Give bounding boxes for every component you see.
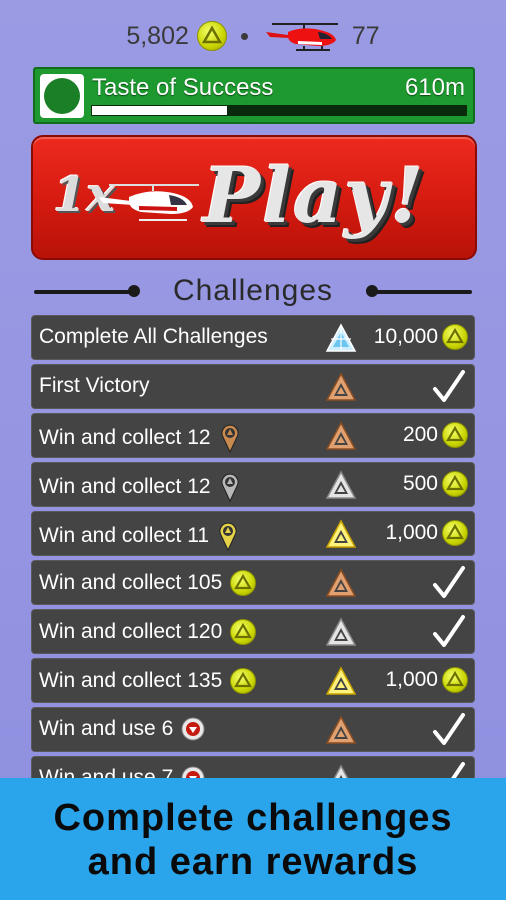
coin-icon (442, 667, 468, 693)
challenge-label: Win and collect 120 (39, 619, 257, 645)
checkmark-icon (433, 566, 465, 598)
coin-icon (230, 570, 257, 596)
challenge-row[interactable]: Win and use 6 (31, 707, 475, 752)
ice-crystal-badge-icon (325, 323, 357, 352)
top-status-bar: 5,802 77 (0, 14, 506, 58)
pin-gold-icon (219, 522, 237, 551)
challenge-label-text: Win and collect 12 (39, 475, 211, 498)
challenge-list[interactable]: Complete All Challenges 10,000 First Vict… (31, 315, 475, 805)
challenge-label: Win and collect 12 (39, 423, 241, 453)
coin-count: 5,802 (126, 21, 189, 50)
challenge-row[interactable]: First Victory (31, 364, 475, 409)
challenge-row[interactable]: Win and collect 135 1,000 (31, 658, 475, 703)
promo-banner: Complete challenges and earn rewards (0, 778, 506, 900)
promo-line-1: Complete challenges (53, 797, 453, 839)
coin-icon (230, 668, 257, 694)
challenge-row[interactable]: Complete All Challenges 10,000 (31, 315, 475, 360)
challenge-row[interactable]: Win and collect 105 (31, 560, 475, 605)
play-label: Play! (203, 151, 426, 240)
challenge-label: Complete All Challenges (39, 325, 268, 349)
challenge-reward: 200 (403, 422, 468, 448)
rank-badge-icon (40, 74, 84, 118)
header-divider-right (372, 290, 472, 294)
play-button[interactable]: 1x Play! (31, 135, 477, 260)
reward-amount: 500 (402, 472, 438, 495)
rank-distance: 610m (404, 74, 465, 101)
challenge-reward: 500 (403, 471, 468, 497)
bronze-triangle-badge-icon (325, 372, 357, 401)
challenge-label: Win and use 6 (39, 717, 205, 741)
challenge-label: Win and collect 12 (39, 472, 241, 502)
rank-progress-panel[interactable]: Taste of Success 610m (33, 67, 475, 124)
checkmark-icon (433, 370, 465, 402)
rank-progress-bar (91, 105, 467, 116)
challenge-label: Win and collect 11 (39, 521, 239, 551)
promo-text: Complete challenges and earn rewards (0, 796, 506, 884)
promo-line-2: and earn rewards (87, 841, 419, 883)
coin-icon (442, 471, 468, 497)
rank-progress-fill (92, 106, 227, 115)
coin-icon (442, 422, 468, 448)
coin-icon (442, 520, 468, 546)
separator-dot (240, 32, 248, 40)
challenge-label-text: First Victory (39, 374, 150, 397)
silver-triangle-badge-icon (325, 617, 357, 646)
coin-icon (230, 619, 257, 645)
challenge-row[interactable]: Win and collect 12 200 (31, 413, 475, 458)
checkmark-icon (433, 615, 465, 647)
silver-triangle-badge-icon (325, 470, 357, 499)
challenge-label-text: Win and use 6 (39, 717, 174, 740)
challenge-row[interactable]: Win and collect 12 500 (31, 462, 475, 507)
helicopter-icon (265, 23, 338, 51)
challenges-header: Challenges (0, 272, 506, 312)
challenge-label: Win and collect 135 (39, 668, 257, 694)
challenge-reward: 1,000 (385, 667, 468, 693)
reward-amount: 1,000 (385, 668, 438, 691)
challenge-row[interactable]: Win and collect 11 1,000 (31, 511, 475, 556)
challenge-label-text: Complete All Challenges (39, 325, 268, 348)
reward-amount: 1,000 (385, 521, 438, 544)
bronze-triangle-badge-icon (325, 715, 357, 744)
helicopter-icon (99, 184, 199, 221)
challenge-reward: 10,000 (374, 324, 468, 350)
fuel-ring-icon (181, 717, 205, 741)
checkmark-icon (433, 713, 465, 745)
reward-amount: 10,000 (373, 325, 438, 348)
challenge-label: Win and collect 105 (39, 570, 257, 596)
pin-silver-icon (221, 473, 239, 502)
challenge-label-text: Win and collect 12 (39, 426, 211, 449)
challenge-reward: 1,000 (385, 520, 468, 546)
challenge-label-text: Win and collect 105 (39, 571, 223, 594)
challenge-label-text: Win and collect 120 (39, 620, 223, 643)
gold-triangle-badge-icon (325, 666, 357, 695)
rank-name: Taste of Success (92, 74, 274, 101)
pin-bronze-icon (221, 424, 239, 453)
bronze-triangle-badge-icon (325, 568, 357, 597)
challenge-row[interactable]: Win and collect 120 (31, 609, 475, 654)
bronze-triangle-badge-icon (325, 421, 357, 450)
coin-icon (196, 21, 227, 51)
reward-amount: 200 (402, 423, 438, 446)
gold-triangle-badge-icon (325, 519, 357, 548)
coin-icon (442, 324, 468, 350)
challenge-label: First Victory (39, 374, 149, 398)
helicopter-count: 77 (351, 21, 380, 50)
challenge-label-text: Win and collect 11 (39, 524, 210, 547)
challenge-label-text: Win and collect 135 (39, 669, 223, 692)
